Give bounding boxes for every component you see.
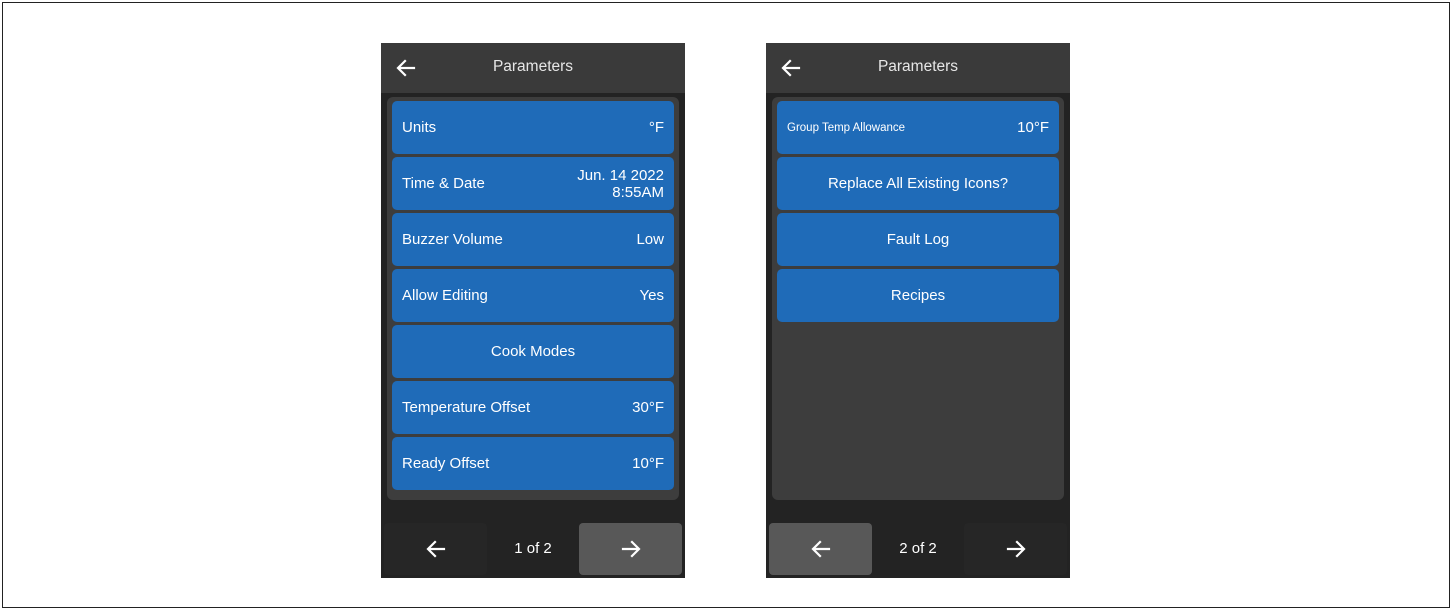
prev-page-button[interactable] xyxy=(384,523,487,575)
temperature-offset-label: Temperature Offset xyxy=(402,399,531,416)
replace-icons-button[interactable]: Replace All Existing Icons? xyxy=(777,157,1059,210)
page-title: Parameters xyxy=(492,58,574,75)
buzzer-volume-value: Low xyxy=(636,231,664,248)
temperature-offset-value: 30°F xyxy=(632,399,664,416)
fault-log-button[interactable]: Fault Log xyxy=(777,213,1059,266)
allow-editing-label: Allow Editing xyxy=(402,287,488,304)
group-temp-allowance-value: 10°F xyxy=(1017,119,1049,136)
recipes-label: Recipes xyxy=(890,287,946,304)
temperature-offset-row[interactable]: Temperature Offset 30°F xyxy=(392,381,674,434)
date-value: Jun. 14 2022 xyxy=(577,166,664,184)
time-date-row[interactable]: Time & Date Jun. 14 2022 8:55AM xyxy=(392,157,674,210)
time-date-label: Time & Date xyxy=(402,175,485,192)
replace-icons-label: Replace All Existing Icons? xyxy=(827,175,1009,192)
units-label: Units xyxy=(402,119,437,136)
ready-offset-label: Ready Offset xyxy=(402,455,490,472)
allow-editing-row[interactable]: Allow Editing Yes xyxy=(392,269,674,322)
cook-modes-button[interactable]: Cook Modes xyxy=(392,325,674,378)
ready-offset-row[interactable]: Ready Offset 10°F xyxy=(392,437,674,490)
time-date-value: Jun. 14 2022 8:55AM xyxy=(577,167,664,201)
arrow-right-icon xyxy=(621,540,641,558)
parameters-screen-page-2: Parameters Group Temp Allowance 10°F Rep… xyxy=(766,43,1070,578)
time-value: 8:55AM xyxy=(612,183,664,201)
arrow-left-icon xyxy=(810,540,830,558)
next-page-button[interactable] xyxy=(579,523,682,575)
page-indicator: 1 of 2 xyxy=(514,540,552,557)
group-temp-allowance-label: Group Temp Allowance xyxy=(787,121,906,134)
pagination-footer: 1 of 2 xyxy=(381,523,685,575)
fault-log-label: Fault Log xyxy=(886,231,950,248)
units-row[interactable]: Units °F xyxy=(392,101,674,154)
prev-page-button[interactable] xyxy=(769,523,872,575)
pagination-footer: 2 of 2 xyxy=(766,523,1070,575)
units-value: °F xyxy=(648,119,664,136)
title-bar: Parameters xyxy=(381,43,685,93)
parameter-list: Group Temp Allowance 10°F Replace All Ex… xyxy=(772,97,1064,500)
page-title: Parameters xyxy=(877,58,959,75)
cook-modes-label: Cook Modes xyxy=(490,343,576,360)
parameters-screen-page-1: Parameters Units °F Time & Date Jun. 14 … xyxy=(381,43,685,578)
recipes-button[interactable]: Recipes xyxy=(777,269,1059,322)
title-bar: Parameters xyxy=(766,43,1070,93)
arrow-left-icon xyxy=(425,540,445,558)
parameter-list: Units °F Time & Date Jun. 14 2022 8:55AM… xyxy=(387,97,679,500)
allow-editing-value: Yes xyxy=(639,287,664,304)
next-page-button[interactable] xyxy=(964,523,1067,575)
figure-frame: Parameters Units °F Time & Date Jun. 14 … xyxy=(2,2,1450,608)
group-temp-allowance-row[interactable]: Group Temp Allowance 10°F xyxy=(777,101,1059,154)
ready-offset-value: 10°F xyxy=(632,455,664,472)
arrow-right-icon xyxy=(1006,540,1026,558)
page-indicator: 2 of 2 xyxy=(899,540,937,557)
buzzer-volume-row[interactable]: Buzzer Volume Low xyxy=(392,213,674,266)
buzzer-volume-label: Buzzer Volume xyxy=(402,231,503,248)
